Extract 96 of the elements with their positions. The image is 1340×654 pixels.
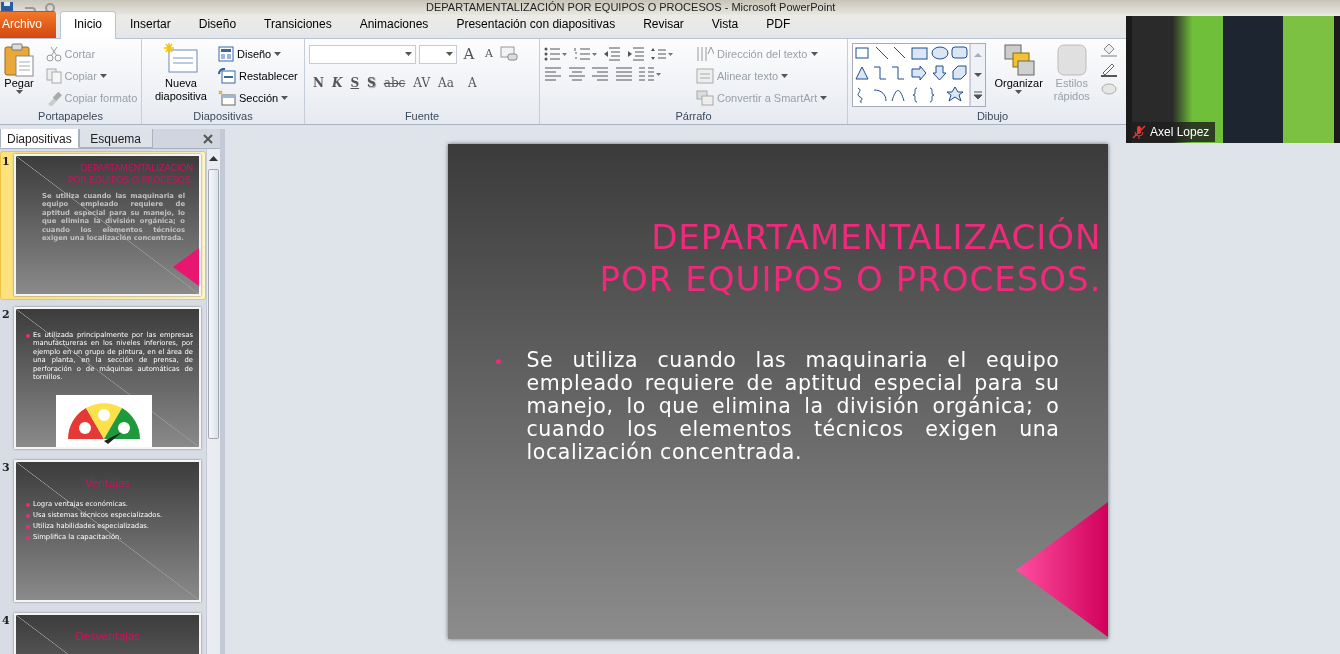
reset-icon — [218, 68, 236, 84]
italic-button[interactable]: K — [327, 74, 347, 93]
slide-number: 2 — [1, 307, 11, 323]
close-icon[interactable] — [202, 133, 214, 145]
new-slide-button[interactable]: Nueva diapositiva — [146, 43, 216, 110]
slide-title: DEPARTAMENTALIZACIÓN POR EQUIPOS O PROCESOS. — [66, 162, 193, 186]
underline-button[interactable]: S — [346, 74, 364, 93]
columns-icon[interactable] — [638, 66, 662, 81]
caret-icon — [274, 52, 282, 56]
ribbon-button[interactable]: Sección — [216, 87, 300, 109]
shapes-gallery[interactable] — [852, 43, 986, 107]
ribbon-button[interactable]: Restablecer — [216, 65, 300, 87]
ribbon-tab[interactable]: Inicio — [60, 11, 117, 39]
caret-icon — [810, 52, 818, 56]
pen-outline-icon[interactable] — [1100, 62, 1117, 77]
slide-title: Ventajas — [84, 478, 131, 490]
corner-triangle-icon — [1015, 502, 1108, 637]
clear-format-icon[interactable] — [499, 46, 518, 63]
bold-button[interactable]: N — [309, 74, 328, 93]
slide-thumbnail[interactable]: 4 Desventajas — [0, 610, 206, 654]
caret-icon — [405, 52, 412, 57]
numbering-icon[interactable] — [573, 47, 598, 61]
slide-number: 1 — [1, 154, 11, 170]
copy-icon — [45, 68, 62, 84]
section-icon — [218, 90, 236, 106]
slide-canvas[interactable] — [447, 144, 1108, 639]
group-label: Párrafo — [674, 110, 713, 124]
font-color-button[interactable]: A — [463, 74, 481, 93]
window-title: DEPARTAMENTALIZACIÓN POR EQUIPOS O PROCESOS - Microsoft PowerPoint — [426, 1, 836, 14]
font-size-field[interactable] — [418, 44, 457, 64]
clipboard-icon — [3, 43, 35, 77]
group-label: Dibujo — [975, 110, 1010, 124]
ribbon-tab[interactable]: Insertar — [116, 11, 185, 38]
ribbon-tab[interactable]: PDF — [752, 11, 805, 38]
align-right-icon[interactable] — [591, 66, 609, 81]
font-name-field[interactable] — [309, 44, 416, 64]
ribbon-button[interactable]: Diseño — [216, 43, 300, 65]
line-spacing-icon[interactable] — [650, 47, 674, 61]
scrollbar[interactable] — [206, 149, 220, 654]
group-label: Fuente — [403, 110, 441, 124]
justify-icon[interactable] — [614, 66, 633, 81]
shape-effects-icon[interactable] — [1100, 82, 1117, 96]
caret-icon — [281, 96, 289, 100]
pane-tab[interactable]: Diapositivas — [0, 129, 79, 148]
fill-bucket-icon[interactable] — [1100, 43, 1117, 57]
caret-icon — [445, 52, 453, 57]
layout-icon — [218, 46, 234, 62]
caret-icon — [15, 90, 23, 94]
bullet-icon — [26, 334, 30, 338]
file-tab[interactable]: Archivo — [0, 11, 56, 38]
pane-tab[interactable]: Esquema — [78, 129, 153, 148]
caret-icon — [99, 74, 107, 78]
bullet-icon — [495, 359, 501, 364]
bullets-icon[interactable] — [544, 47, 568, 61]
bullet-icon — [26, 536, 30, 541]
strikethrough-button[interactable]: abc — [379, 74, 410, 93]
caret-icon — [820, 96, 828, 100]
caret-icon — [1015, 90, 1023, 94]
ribbon-tab[interactable]: Vista — [697, 11, 753, 38]
case-button[interactable]: Aa — [434, 74, 458, 93]
smartart-icon — [696, 90, 714, 106]
align-left-icon[interactable] — [544, 66, 562, 81]
ribbon-tab[interactable]: Animaciones — [345, 11, 443, 38]
participant-name: Axel Lopez — [1150, 124, 1210, 141]
slide-number: 3 — [1, 460, 11, 476]
style-icon — [1055, 43, 1088, 77]
scroll-up-icon[interactable] — [209, 155, 218, 161]
group-label: Diapositivas — [192, 110, 254, 124]
scroll-thumb[interactable] — [208, 169, 219, 439]
slide-title: DEPARTAMENTALIZACIÓN POR EQUIPOS O PROCESOS. — [599, 216, 1102, 300]
caret-icon — [781, 74, 789, 78]
shrink-font-button[interactable]: A — [481, 46, 498, 63]
align-center-icon[interactable] — [567, 66, 586, 81]
bullet-text: Se utiliza cuando las maquinaria el equipo empleado requiere de aptitud especial para su manejo, lo que elimina la división orgánica; o cuando los elementos técnicos exigen una localización concentrada. — [526, 349, 1060, 464]
increase-indent-icon[interactable] — [626, 47, 645, 61]
redo-icon[interactable] — [44, 1, 56, 14]
shadow-button[interactable]: S — [363, 74, 380, 93]
decrease-indent-icon[interactable] — [603, 47, 621, 61]
group-label: Portapapeles — [37, 110, 104, 124]
ribbon-tab[interactable]: Diseño — [184, 11, 251, 38]
corner-triangle-icon — [173, 248, 199, 286]
bullet-icon — [26, 514, 30, 519]
spacing-button[interactable]: AV — [409, 74, 435, 93]
ribbon-tab[interactable]: Revisar — [629, 11, 698, 38]
arrange-icon — [1002, 43, 1035, 77]
scissors-icon — [45, 46, 62, 62]
arrange-button[interactable]: Organizar — [991, 43, 1046, 110]
paste-button[interactable]: Pegar — [0, 43, 38, 110]
grow-font-button[interactable]: A — [459, 43, 479, 66]
slide-title: Desventajas — [74, 631, 141, 643]
slide-number: 4 — [1, 613, 11, 629]
bullet-icon — [26, 503, 30, 507]
align-text-icon — [696, 68, 714, 84]
text-direction-icon — [696, 46, 714, 62]
bullet-icon — [26, 525, 30, 530]
ribbon-tab[interactable]: Transiciones — [250, 11, 346, 38]
